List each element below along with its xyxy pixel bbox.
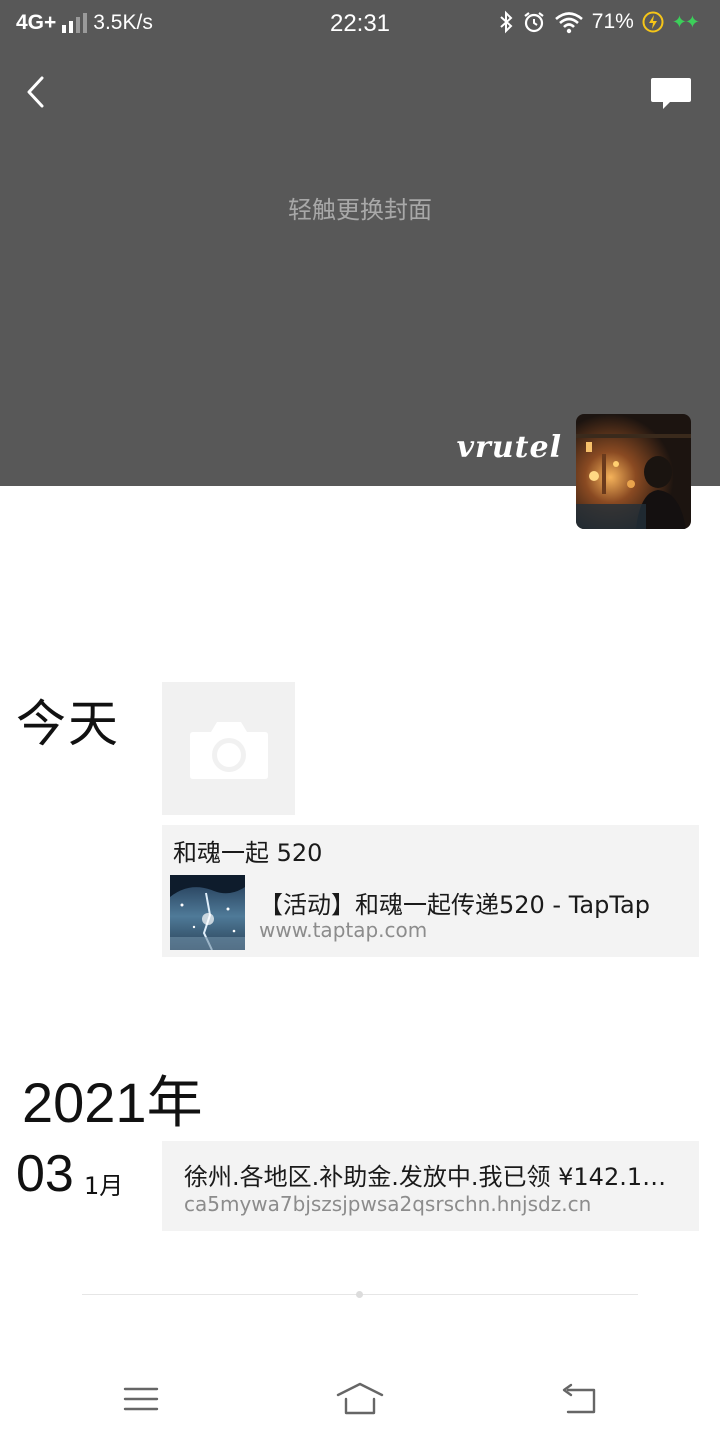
post-text: 和魂一起 520 (173, 839, 323, 867)
back-nav-button[interactable] (555, 1380, 605, 1420)
change-cover-hint[interactable]: 轻触更换封面 (0, 190, 720, 225)
shared-link-title: 徐州.各地区.补助金.发放中.我已领 ¥142.1… (184, 1163, 667, 1191)
shared-link-card[interactable]: 徐州.各地区.补助金.发放中.我已领 ¥142.1… ca5mywa7bjszs… (162, 1141, 699, 1231)
post-card[interactable]: 和魂一起 520 【活动】和魂一起传递520 - TapTap www.tapt… (162, 825, 699, 957)
shared-link-domain: ca5mywa7bjszsjpwsa2qsrschn.hnjsdz.cn (184, 1192, 592, 1216)
back-button[interactable] (20, 72, 54, 112)
status-right: 71% ✦✦ (498, 10, 700, 34)
back-icon (562, 1383, 596, 1414)
chevron-left-icon (27, 76, 44, 108)
wifi-icon (554, 12, 583, 34)
status-bar: 4G+ 3.5K/s 22:31 71% ✦✦ (0, 0, 720, 50)
link-title: 【活动】和魂一起传递520 - TapTap (259, 891, 650, 919)
link-domain: www.taptap.com (259, 918, 428, 942)
add-photo-button[interactable] (162, 682, 295, 815)
end-dot (356, 1291, 363, 1298)
entry-day: 03 (16, 1145, 74, 1203)
day-label-today: 今天 (16, 695, 120, 753)
camera-icon (190, 722, 268, 779)
menu-button[interactable] (116, 1380, 166, 1420)
system-nav-bar (0, 1360, 720, 1440)
alarm-icon (524, 12, 544, 33)
sparkle-icon: ✦✦ (671, 11, 700, 32)
comment-button[interactable] (650, 76, 692, 112)
charging-icon (642, 11, 664, 33)
avatar[interactable] (576, 414, 691, 529)
menu-icon (123, 1387, 159, 1411)
battery-level: 71% (591, 10, 634, 33)
home-icon (336, 1382, 384, 1415)
entry-month: 1月 (84, 1172, 124, 1200)
link-thumbnail (170, 875, 245, 950)
comment-icon (651, 78, 691, 109)
year-label: 2021年 (22, 1071, 203, 1134)
home-button[interactable] (335, 1380, 385, 1420)
bluetooth-icon (500, 10, 513, 34)
profile-signature: vrutel (456, 430, 562, 465)
